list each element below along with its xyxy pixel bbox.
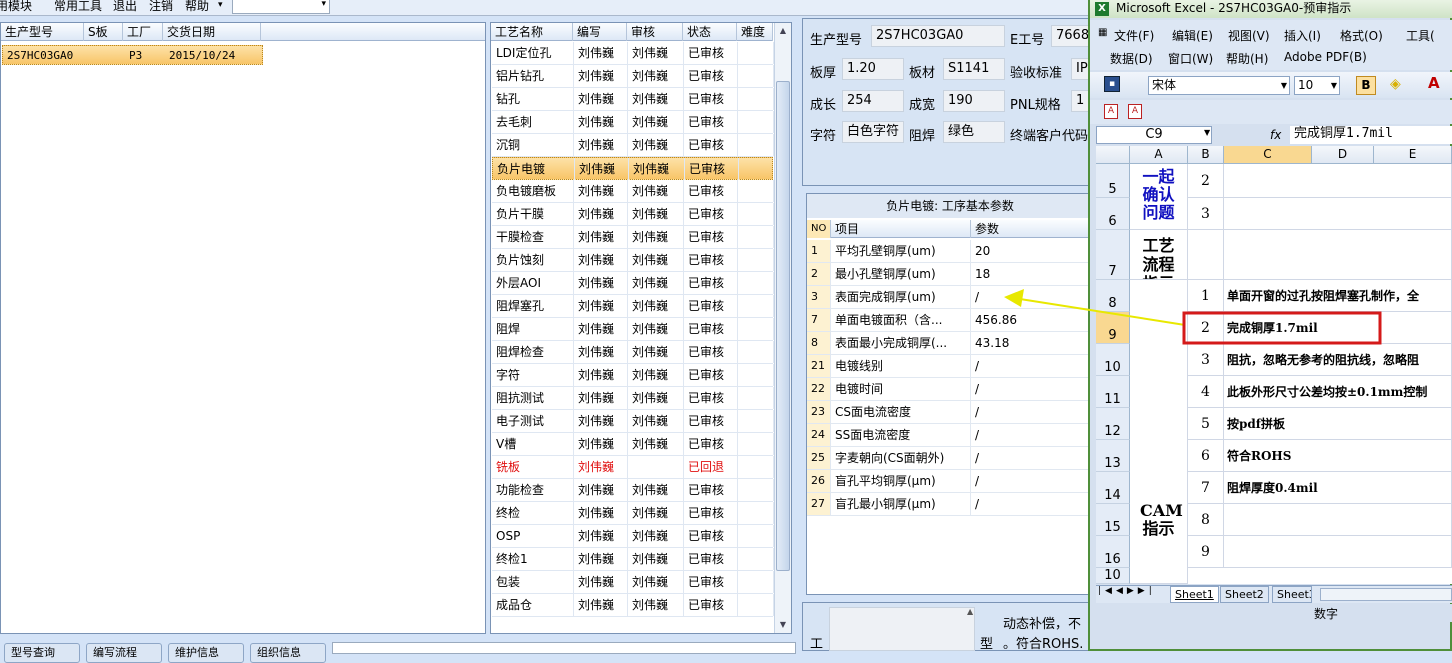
annotation-highlight-box (1182, 311, 1382, 345)
annotation-arrow-head (1004, 289, 1024, 307)
annotation-overlay (1004, 289, 1382, 345)
annotation-arrow-line (1019, 298, 1186, 326)
